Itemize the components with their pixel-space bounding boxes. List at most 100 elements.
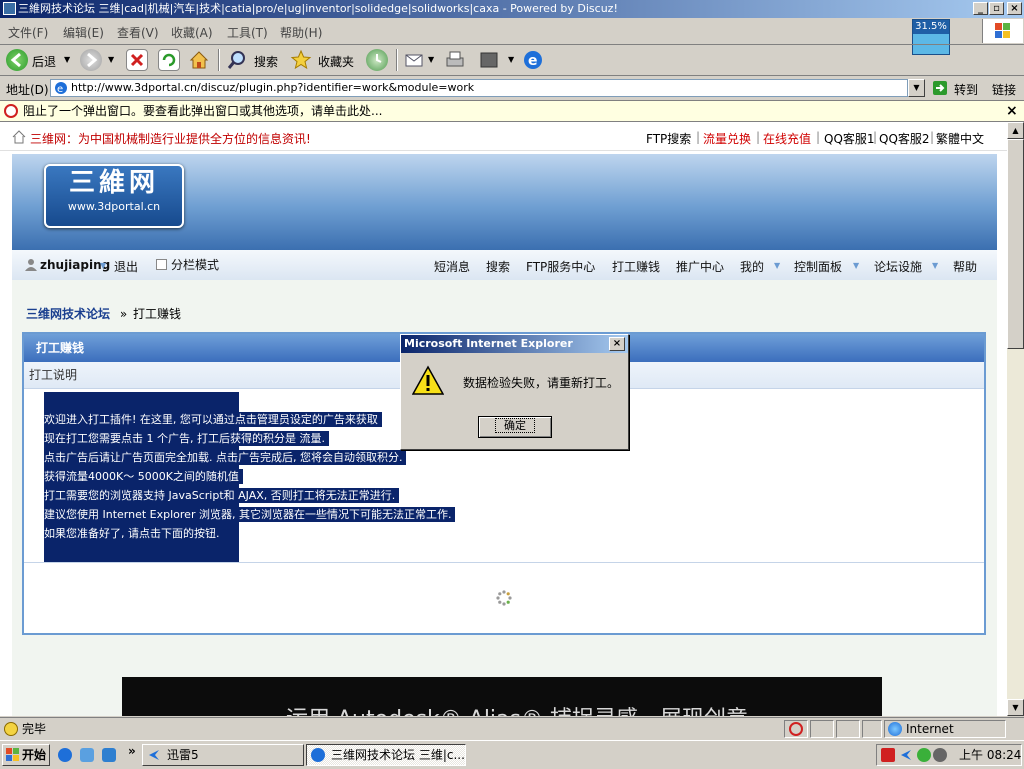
refresh-icon[interactable] [158, 49, 180, 71]
taskbar-item-browser[interactable]: 三维网技术论坛 三维|c... [306, 744, 466, 766]
home-small-icon[interactable] [12, 130, 26, 144]
home-icon[interactable] [188, 49, 210, 71]
split-mode-label: 分栏模式 [171, 258, 220, 272]
mail-icon[interactable] [404, 49, 426, 71]
nav-work-earn[interactable]: 打工赚钱 [612, 258, 660, 275]
quicklaunch-desktop-icon[interactable] [102, 748, 116, 762]
scroll-up-icon[interactable]: ▲ [1007, 122, 1024, 139]
tray-volume-icon[interactable] [933, 748, 947, 762]
taskbar-item-xunlei[interactable]: 迅雷5 [142, 744, 304, 766]
forward-dropdown-icon[interactable]: ▼ [108, 55, 114, 64]
breadcrumb-home[interactable]: 三维网技术论坛 [26, 307, 110, 321]
menu-view[interactable]: 查看(V) [117, 24, 159, 41]
minimize-button[interactable]: _ [973, 2, 988, 15]
go-button[interactable]: 转到 [930, 78, 984, 98]
top-link-divider: | [930, 130, 935, 144]
go-arrow-icon [933, 81, 947, 95]
ad-text: 运用 Autodesk® Alias® 捕捉灵感，展现创意 [286, 701, 748, 716]
intro-line: 现在打工您需要点击 1 个广告, 打工后获得的积分是 流量. [44, 431, 329, 446]
dialog-titlebar[interactable]: Microsoft Internet Explorer × [401, 335, 628, 353]
tray-network-icon[interactable] [917, 748, 931, 762]
vertical-scrollbar[interactable]: ▲ ▼ [1007, 122, 1024, 716]
menu-favorites[interactable]: 收藏(A) [171, 24, 213, 41]
ok-button[interactable]: 确定 [478, 416, 552, 438]
nav-facilities-dropdown-icon[interactable]: ▼ [932, 261, 938, 270]
print-icon[interactable] [444, 49, 466, 71]
menu-tools[interactable]: 工具(T) [227, 24, 268, 41]
back-arrow-icon[interactable] [6, 49, 28, 71]
popup-blocked-status-icon[interactable] [789, 722, 803, 736]
intro-line: 点击广告后请让广告页面完全加载. 点击广告完成后, 您将会自动领取积分. [44, 450, 407, 465]
status-zone: Internet [906, 722, 954, 736]
back-button-label[interactable]: 后退 [32, 53, 56, 70]
user-dropdown-icon[interactable]: ▼ [100, 261, 106, 270]
site-logo[interactable]: 三維网 www.3dportal.cn [44, 164, 184, 228]
nav-promotion[interactable]: 推广中心 [676, 258, 724, 275]
start-button[interactable]: 开始 [2, 744, 50, 766]
scroll-down-icon[interactable]: ▼ [1007, 699, 1024, 716]
search-icon[interactable] [226, 49, 248, 71]
links-label[interactable]: 链接 [992, 81, 1016, 98]
top-link-ftp-search[interactable]: FTP搜索 [646, 130, 691, 147]
forward-arrow-icon[interactable] [80, 49, 102, 71]
edit-icon[interactable] [478, 49, 500, 71]
address-input[interactable]: e http://www.3dportal.cn/discuz/plugin.p… [50, 79, 908, 97]
window-titlebar[interactable]: 三維网技术论坛 三维|cad|机械|汽车|技术|catia|pro/e|ug|i… [0, 0, 1024, 18]
menu-edit[interactable]: 编辑(E) [63, 24, 104, 41]
edit-dropdown-icon[interactable]: ▼ [508, 55, 514, 64]
blocked-icon [4, 104, 18, 118]
top-link-online-recharge[interactable]: 在线充值 [763, 130, 811, 147]
top-link-qq1[interactable]: QQ客服1 [824, 130, 875, 147]
top-link-traditional-chinese[interactable]: 繁體中文 [936, 130, 984, 147]
nav-search[interactable]: 搜索 [486, 258, 510, 275]
restore-button[interactable]: ▫ [989, 2, 1004, 15]
quicklaunch-more-icon[interactable]: » [128, 744, 136, 758]
nav-forum-facilities[interactable]: 论坛设施 [874, 258, 922, 275]
menu-help[interactable]: 帮助(H) [280, 24, 322, 41]
favorites-star-icon[interactable] [290, 49, 312, 71]
ie-logo-icon[interactable]: e [522, 49, 544, 71]
top-link-divider: | [756, 130, 761, 144]
svg-text:e: e [528, 53, 538, 69]
autodesk-ad-banner[interactable]: 运用 Autodesk® Alias® 捕捉灵感，展现创意 [122, 677, 882, 716]
address-dropdown-icon[interactable]: ▼ [908, 79, 925, 97]
nav-messages[interactable]: 短消息 [434, 258, 470, 275]
system-tray: 上午 08:24 [876, 744, 1022, 766]
status-info-icon [4, 722, 18, 736]
popup-blocker-bar[interactable]: 阻止了一个弹出窗口。要查看此弹出窗口或其他选项，请单击此处... × [0, 101, 1024, 122]
taskbar-item-label: 三维网技术论坛 三维|c... [331, 748, 465, 762]
quicklaunch-mediaplayer-icon[interactable] [80, 748, 94, 762]
ie-app-icon[interactable] [3, 2, 16, 15]
dialog-message: 数据检验失败，请重新打工。 [463, 376, 620, 390]
nav-mine-dropdown-icon[interactable]: ▼ [774, 261, 780, 270]
nav-control-panel[interactable]: 控制面板 [794, 258, 842, 275]
status-cell [836, 720, 860, 738]
back-dropdown-icon[interactable]: ▼ [64, 55, 70, 64]
tray-xunlei-icon[interactable] [899, 748, 913, 762]
intro-line: 打工需要您的浏览器支持 JavaScript和 AJAX, 否则打工将无法正常进… [44, 488, 400, 503]
close-window-button[interactable]: × [1007, 2, 1022, 15]
nav-ftp-center[interactable]: FTP服务中心 [526, 258, 595, 275]
search-button-label[interactable]: 搜索 [254, 53, 278, 70]
tray-antivirus-icon[interactable] [881, 748, 895, 762]
xunlei-icon [147, 748, 161, 762]
dialog-close-icon[interactable]: × [609, 337, 625, 351]
stop-icon[interactable] [126, 49, 148, 71]
mail-dropdown-icon[interactable]: ▼ [428, 55, 434, 64]
nav-control-panel-dropdown-icon[interactable]: ▼ [853, 261, 859, 270]
logout-link[interactable]: 退出 [114, 258, 138, 275]
menu-file[interactable]: 文件(F) [8, 24, 48, 41]
favorites-button-label[interactable]: 收藏夹 [318, 53, 354, 70]
quicklaunch-ie-icon[interactable] [58, 748, 72, 762]
popup-blocker-close-icon[interactable]: × [1006, 101, 1018, 121]
nav-help[interactable]: 帮助 [953, 258, 977, 275]
nav-mine[interactable]: 我的 [740, 258, 764, 275]
top-link-qq2[interactable]: QQ客服2 [879, 130, 930, 147]
status-cell [862, 720, 882, 738]
menu-bar: 文件(F) 编辑(E) 查看(V) 收藏(A) 工具(T) 帮助(H) [0, 19, 1024, 45]
scrollbar-thumb[interactable] [1007, 139, 1024, 349]
split-mode-checkbox[interactable] [156, 259, 167, 270]
top-link-traffic-exchange[interactable]: 流量兑换 [703, 130, 751, 147]
history-icon[interactable] [366, 49, 388, 71]
window-title: 三維网技术论坛 三维|cad|机械|汽车|技术|catia|pro/e|ug|i… [18, 2, 618, 15]
